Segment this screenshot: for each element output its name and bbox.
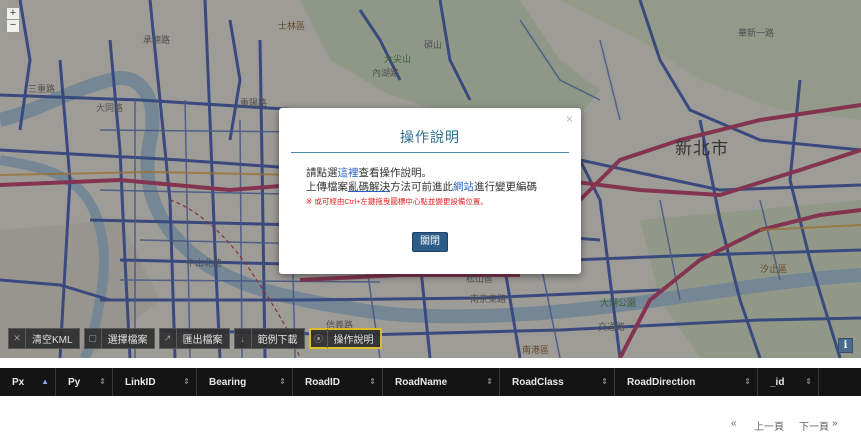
toolbar: ✕ 清空KML ▢ 選擇檔案 ↗ 匯出檔案 ↓ 範例下載 ⦿ 操作說明 bbox=[8, 328, 382, 349]
pagination: « 上一頁 下一頁 » bbox=[0, 414, 861, 434]
column-header-bearing[interactable]: Bearing ⇕ bbox=[197, 368, 293, 396]
info-icon[interactable]: i bbox=[838, 338, 853, 353]
text: 亂碼解決 bbox=[348, 181, 390, 193]
column-label: Py bbox=[68, 376, 81, 388]
column-header-px[interactable]: Px ▲ bbox=[0, 368, 56, 396]
column-label: Px bbox=[12, 376, 25, 388]
sort-icon: ⇕ bbox=[601, 377, 608, 386]
button-label: 清空KML bbox=[32, 335, 73, 346]
next-page-link[interactable]: 下一頁 bbox=[799, 418, 829, 433]
button-label: 範例下載 bbox=[257, 335, 298, 346]
instructions-button[interactable]: ⦿ 操作說明 bbox=[308, 328, 382, 349]
warning-note: ※ 或可經由Ctrl+左鍵拖曳圖標中心點並變更設備位置。 bbox=[306, 197, 488, 206]
zoom-out-button[interactable]: − bbox=[6, 20, 20, 33]
text: 查看操作說明。 bbox=[358, 167, 433, 179]
column-header-extra bbox=[819, 368, 859, 396]
column-label: RoadClass bbox=[512, 376, 564, 388]
button-label: 操作說明 bbox=[333, 335, 374, 346]
prev-arrow-icon[interactable]: « bbox=[731, 418, 737, 429]
modal-body: 請點選這裡查看操作說明。 上傳檔案亂碼解決方法可前進此網站進行變更編碼 ※ 或可… bbox=[306, 166, 576, 207]
website-link[interactable]: 網站 bbox=[453, 181, 474, 193]
sort-icon: ⇕ bbox=[744, 377, 751, 386]
column-header-linkid[interactable]: LinkID ⇕ bbox=[113, 368, 197, 396]
button-label: 匯出檔案 bbox=[182, 335, 223, 346]
clear-kml-button[interactable]: ✕ 清空KML bbox=[8, 328, 80, 349]
column-label: RoadDirection bbox=[627, 376, 696, 388]
column-label: RoadName bbox=[395, 376, 448, 388]
column-label: _id bbox=[770, 376, 785, 388]
export-file-button[interactable]: ↗ 匯出檔案 bbox=[158, 328, 230, 349]
select-file-button[interactable]: ▢ 選擇檔案 bbox=[83, 328, 155, 349]
sort-asc-icon: ▲ bbox=[41, 377, 49, 386]
modal-title: 操作說明 bbox=[400, 129, 460, 145]
download-icon: ↓ bbox=[235, 329, 252, 348]
column-header-roaddirection[interactable]: RoadDirection ⇕ bbox=[615, 368, 758, 396]
divider bbox=[291, 152, 569, 153]
instructions-modal: × 操作說明 請點選這裡查看操作說明。 上傳檔案亂碼解決方法可前進此網站進行變更… bbox=[279, 108, 581, 274]
sort-icon: ⇕ bbox=[805, 377, 812, 386]
sort-icon: ⇕ bbox=[486, 377, 493, 386]
column-header-roadclass[interactable]: RoadClass ⇕ bbox=[500, 368, 615, 396]
export-icon: ↗ bbox=[160, 329, 177, 348]
sample-download-button[interactable]: ↓ 範例下載 bbox=[233, 328, 305, 349]
app-root: 士林區 承德路 碩山 大尖山 內湖路 新北市 汐止區 南港區 松山區 重陽路 中… bbox=[0, 0, 861, 443]
column-header-py[interactable]: Py ⇕ bbox=[56, 368, 113, 396]
help-icon: ⦿ bbox=[311, 329, 328, 348]
close-icon: ✕ bbox=[9, 329, 26, 348]
column-label: LinkID bbox=[125, 376, 156, 388]
column-header-roadname[interactable]: RoadName ⇕ bbox=[383, 368, 500, 396]
sort-icon: ⇕ bbox=[183, 377, 190, 386]
instruction-line: 請點選這裡查看操作說明。 bbox=[306, 166, 576, 180]
column-label: Bearing bbox=[209, 376, 247, 388]
sort-icon: ⇕ bbox=[279, 377, 286, 386]
instructions-link[interactable]: 這裡 bbox=[338, 167, 359, 179]
text: 請點選 bbox=[306, 167, 338, 179]
close-icon[interactable]: × bbox=[566, 112, 573, 126]
text: 進行變更編碼 bbox=[474, 181, 537, 193]
zoom-control: + − bbox=[6, 7, 20, 33]
sort-icon: ⇕ bbox=[99, 377, 106, 386]
column-header-roadid[interactable]: RoadID ⇕ bbox=[293, 368, 383, 396]
close-button[interactable]: 關閉 bbox=[412, 232, 448, 252]
column-header-id[interactable]: _id ⇕ bbox=[758, 368, 819, 396]
prev-page-link[interactable]: 上一頁 bbox=[754, 418, 784, 433]
text: 上傳檔案 bbox=[306, 181, 348, 193]
encoding-line: 上傳檔案亂碼解決方法可前進此網站進行變更編碼 bbox=[306, 180, 576, 194]
data-table-header: Px ▲ Py ⇕ LinkID ⇕ Bearing ⇕ RoadID ⇕ Ro… bbox=[0, 368, 861, 396]
text: 方法可前進此 bbox=[390, 181, 453, 193]
column-label: RoadID bbox=[305, 376, 340, 388]
button-label: 選擇檔案 bbox=[107, 335, 148, 346]
file-icon: ▢ bbox=[85, 329, 102, 348]
next-arrow-icon[interactable]: » bbox=[832, 418, 838, 429]
sort-icon: ⇕ bbox=[369, 377, 376, 386]
